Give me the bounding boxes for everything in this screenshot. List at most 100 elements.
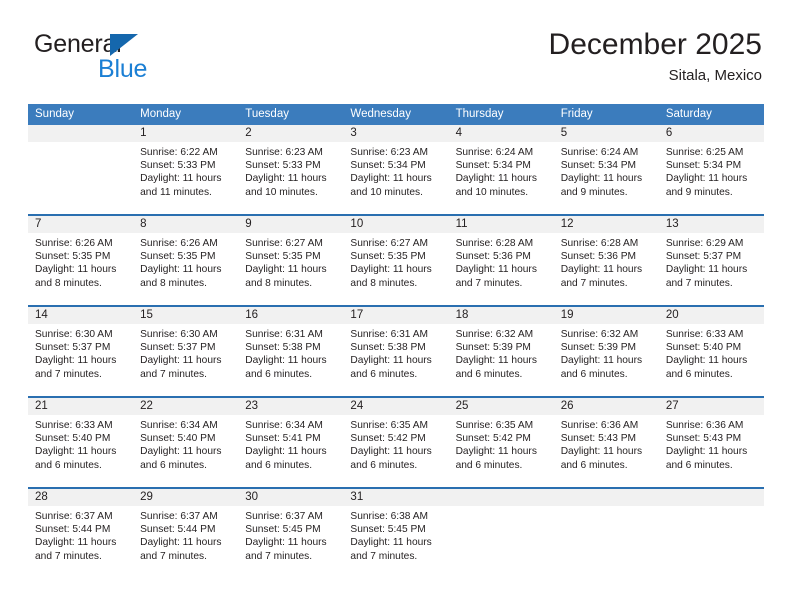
day-cell[interactable]: Sunrise: 6:24 AM Sunset: 5:34 PM Daylight:…	[554, 142, 659, 214]
day-number[interactable]: 21	[28, 398, 133, 415]
logo-text-general: General	[34, 30, 122, 58]
day-number[interactable]: 11	[449, 216, 554, 233]
sunset-text: Sunset: 5:34 PM	[350, 160, 426, 172]
day-cell-empty	[554, 506, 659, 578]
day-number[interactable]: 15	[133, 307, 238, 324]
day-cell[interactable]: Sunrise: 6:31 AM Sunset: 5:38 PM Daylight:…	[238, 324, 343, 396]
sunrise-text: Sunrise: 6:38 AM	[350, 511, 429, 522]
day-number[interactable]: 28	[28, 489, 133, 506]
daylight-text: Daylight: 11 hours	[455, 446, 537, 458]
day-cell[interactable]: Sunrise: 6:29 AM Sunset: 5:37 PM Daylight:…	[659, 233, 764, 305]
day-number[interactable]: 16	[238, 307, 343, 324]
day-cell[interactable]: Sunrise: 6:31 AM Sunset: 5:38 PM Daylight:…	[343, 324, 448, 396]
day-cell[interactable]: Sunrise: 6:37 AM Sunset: 5:44 PM Daylight:…	[28, 506, 133, 578]
day-number[interactable]: 19	[554, 307, 659, 324]
day-cell[interactable]: Sunrise: 6:27 AM Sunset: 5:35 PM Daylight:…	[343, 233, 448, 305]
day-number[interactable]: 26	[554, 398, 659, 415]
day-cell-band: Sunrise: 6:22 AM Sunset: 5:33 PM Daylight:…	[28, 142, 764, 214]
day-number[interactable]: 1	[133, 125, 238, 142]
sunset-text: Sunset: 5:45 PM	[350, 524, 426, 536]
day-number[interactable]: 31	[343, 489, 448, 506]
day-cell[interactable]: Sunrise: 6:33 AM Sunset: 5:40 PM Daylight:…	[659, 324, 764, 396]
day-number-empty	[28, 125, 133, 142]
daylight-text-cont: and 8 minutes.	[350, 277, 418, 289]
day-cell[interactable]: Sunrise: 6:30 AM Sunset: 5:37 PM Daylight:…	[133, 324, 238, 396]
title-block: December 2025 Sitala, Mexico	[549, 26, 762, 86]
day-number[interactable]: 14	[28, 307, 133, 324]
daylight-text: Daylight: 11 hours	[140, 446, 222, 458]
day-cell[interactable]: Sunrise: 6:26 AM Sunset: 5:35 PM Daylight:…	[28, 233, 133, 305]
sunset-text: Sunset: 5:40 PM	[665, 342, 742, 354]
day-cell[interactable]: Sunrise: 6:23 AM Sunset: 5:34 PM Daylight:…	[343, 142, 448, 214]
daylight-text-cont: and 6 minutes.	[245, 368, 313, 380]
day-cell[interactable]: Sunrise: 6:37 AM Sunset: 5:44 PM Daylight:…	[133, 506, 238, 578]
sunrise-text: Sunrise: 6:37 AM	[140, 511, 218, 522]
sunset-text: Sunset: 5:39 PM	[560, 342, 637, 354]
day-number[interactable]: 4	[449, 125, 554, 142]
day-cell[interactable]: Sunrise: 6:38 AM Sunset: 5:45 PM Daylight:…	[343, 506, 448, 578]
day-number-band: 14 15 16 17 18 19 20	[28, 307, 764, 324]
day-number[interactable]: 2	[238, 125, 343, 142]
sunrise-text: Sunrise: 6:28 AM	[560, 238, 639, 249]
daylight-text: Daylight: 11 hours	[35, 264, 117, 276]
day-number[interactable]: 5	[554, 125, 659, 142]
day-number[interactable]: 9	[238, 216, 343, 233]
day-cell[interactable]: Sunrise: 6:36 AM Sunset: 5:43 PM Daylight:…	[659, 415, 764, 487]
day-cell[interactable]: Sunrise: 6:35 AM Sunset: 5:42 PM Daylight:…	[343, 415, 448, 487]
daylight-text-cont: and 6 minutes.	[455, 368, 523, 380]
day-cell[interactable]: Sunrise: 6:26 AM Sunset: 5:35 PM Daylight:…	[133, 233, 238, 305]
day-number[interactable]: 8	[133, 216, 238, 233]
day-cell[interactable]: Sunrise: 6:34 AM Sunset: 5:40 PM Daylight:…	[133, 415, 238, 487]
day-number[interactable]: 6	[659, 125, 764, 142]
day-number[interactable]: 22	[133, 398, 238, 415]
day-cell[interactable]: Sunrise: 6:32 AM Sunset: 5:39 PM Daylight:…	[554, 324, 659, 396]
sunrise-text: Sunrise: 6:33 AM	[35, 420, 113, 431]
sunset-text: Sunset: 5:37 PM	[140, 342, 216, 354]
weekday-header-sunday: Sunday	[35, 108, 75, 120]
general-blue-logo[interactable]: General Blue	[34, 30, 264, 86]
daylight-text-cont: and 7 minutes.	[560, 277, 628, 289]
day-cell[interactable]: Sunrise: 6:36 AM Sunset: 5:43 PM Daylight:…	[554, 415, 659, 487]
day-cell[interactable]: Sunrise: 6:34 AM Sunset: 5:41 PM Daylight:…	[238, 415, 343, 487]
day-number[interactable]: 10	[343, 216, 448, 233]
day-cell[interactable]: Sunrise: 6:30 AM Sunset: 5:37 PM Daylight:…	[28, 324, 133, 396]
day-cell[interactable]: Sunrise: 6:33 AM Sunset: 5:40 PM Daylight:…	[28, 415, 133, 487]
day-cell[interactable]: Sunrise: 6:25 AM Sunset: 5:34 PM Daylight:…	[659, 142, 764, 214]
sunset-text: Sunset: 5:45 PM	[245, 524, 321, 536]
daylight-text: Daylight: 11 hours	[245, 355, 327, 367]
day-number[interactable]: 12	[554, 216, 659, 233]
daylight-text-cont: and 6 minutes.	[455, 459, 523, 471]
sunrise-text: Sunrise: 6:30 AM	[140, 329, 218, 340]
day-number[interactable]: 13	[659, 216, 764, 233]
daylight-text: Daylight: 11 hours	[140, 355, 222, 367]
day-cell[interactable]: Sunrise: 6:23 AM Sunset: 5:33 PM Daylight:…	[238, 142, 343, 214]
day-number[interactable]: 17	[343, 307, 448, 324]
day-number[interactable]: 20	[659, 307, 764, 324]
daylight-text: Daylight: 11 hours	[140, 537, 222, 549]
daylight-text-cont: and 6 minutes.	[245, 459, 313, 471]
weekday-header-thursday: Thursday	[455, 108, 504, 120]
day-cell[interactable]: Sunrise: 6:28 AM Sunset: 5:36 PM Daylight:…	[449, 233, 554, 305]
week-row: 1 2 3 4 5 6 Sunrise: 6:22 AM Sunset: 5:33 PM Day…	[28, 125, 764, 214]
sunrise-text: Sunrise: 6:25 AM	[665, 147, 744, 158]
day-number[interactable]: 3	[343, 125, 448, 142]
sunrise-text: Sunrise: 6:27 AM	[350, 238, 429, 249]
day-number[interactable]: 29	[133, 489, 238, 506]
day-cell[interactable]: Sunrise: 6:27 AM Sunset: 5:35 PM Daylight:…	[238, 233, 343, 305]
day-number[interactable]: 30	[238, 489, 343, 506]
day-number[interactable]: 25	[449, 398, 554, 415]
day-cell[interactable]: Sunrise: 6:32 AM Sunset: 5:39 PM Daylight:…	[449, 324, 554, 396]
logo-text-blue: Blue	[98, 55, 148, 83]
day-number[interactable]: 18	[449, 307, 554, 324]
day-number[interactable]: 27	[659, 398, 764, 415]
day-cell[interactable]: Sunrise: 6:22 AM Sunset: 5:33 PM Daylight:…	[133, 142, 238, 214]
day-cell-band: Sunrise: 6:37 AM Sunset: 5:44 PM Daylight:…	[28, 506, 764, 578]
day-cell[interactable]: Sunrise: 6:24 AM Sunset: 5:34 PM Daylight:…	[449, 142, 554, 214]
day-cell[interactable]: Sunrise: 6:28 AM Sunset: 5:36 PM Daylight:…	[554, 233, 659, 305]
day-number[interactable]: 7	[28, 216, 133, 233]
sunset-text: Sunset: 5:41 PM	[245, 433, 321, 445]
day-number[interactable]: 23	[238, 398, 343, 415]
day-number[interactable]: 24	[343, 398, 448, 415]
day-cell[interactable]: Sunrise: 6:35 AM Sunset: 5:42 PM Daylight:…	[449, 415, 554, 487]
day-cell[interactable]: Sunrise: 6:37 AM Sunset: 5:45 PM Daylight:…	[238, 506, 343, 578]
